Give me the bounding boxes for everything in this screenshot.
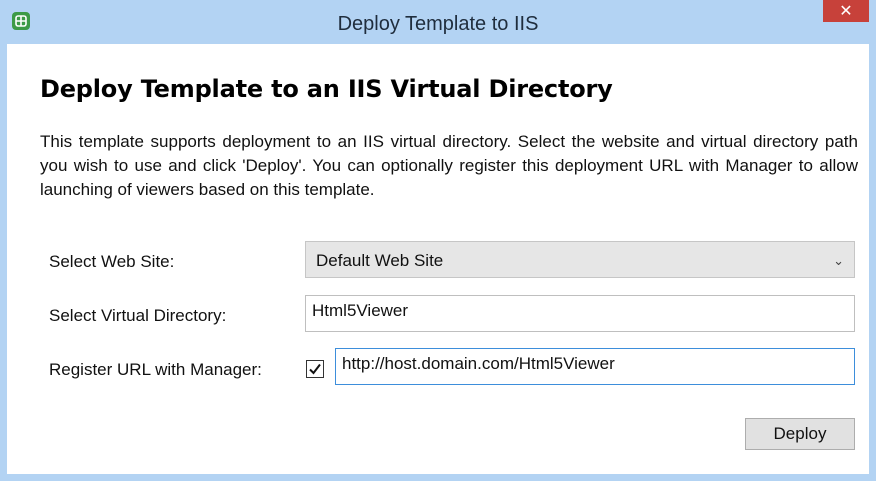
deploy-button[interactable]: Deploy [745, 418, 855, 450]
website-select[interactable]: Default Web Site ⌄ [305, 241, 855, 278]
register-url-input[interactable]: http://host.domain.com/Html5Viewer [335, 348, 855, 385]
register-url-value: http://host.domain.com/Html5Viewer [342, 354, 615, 373]
register-url-label: Register URL with Manager: [49, 360, 262, 379]
checkmark-icon [309, 363, 321, 375]
close-icon: ✕ [839, 1, 853, 20]
close-button[interactable]: ✕ [823, 0, 869, 22]
virtual-directory-value: Html5Viewer [312, 301, 409, 320]
virtual-directory-label: Select Virtual Directory: [49, 306, 227, 325]
description-text: This template supports deployment to an … [40, 132, 858, 199]
website-select-value: Default Web Site [316, 251, 444, 270]
page-title: Deploy Template to an IIS Virtual Direct… [40, 75, 613, 103]
window-title: Deploy Template to IIS [337, 13, 539, 35]
register-url-checkbox[interactable] [306, 360, 324, 378]
chevron-down-icon[interactable]: ⌄ [833, 242, 844, 279]
virtual-directory-input[interactable]: Html5Viewer [305, 295, 855, 332]
website-label: Select Web Site: [49, 252, 175, 271]
